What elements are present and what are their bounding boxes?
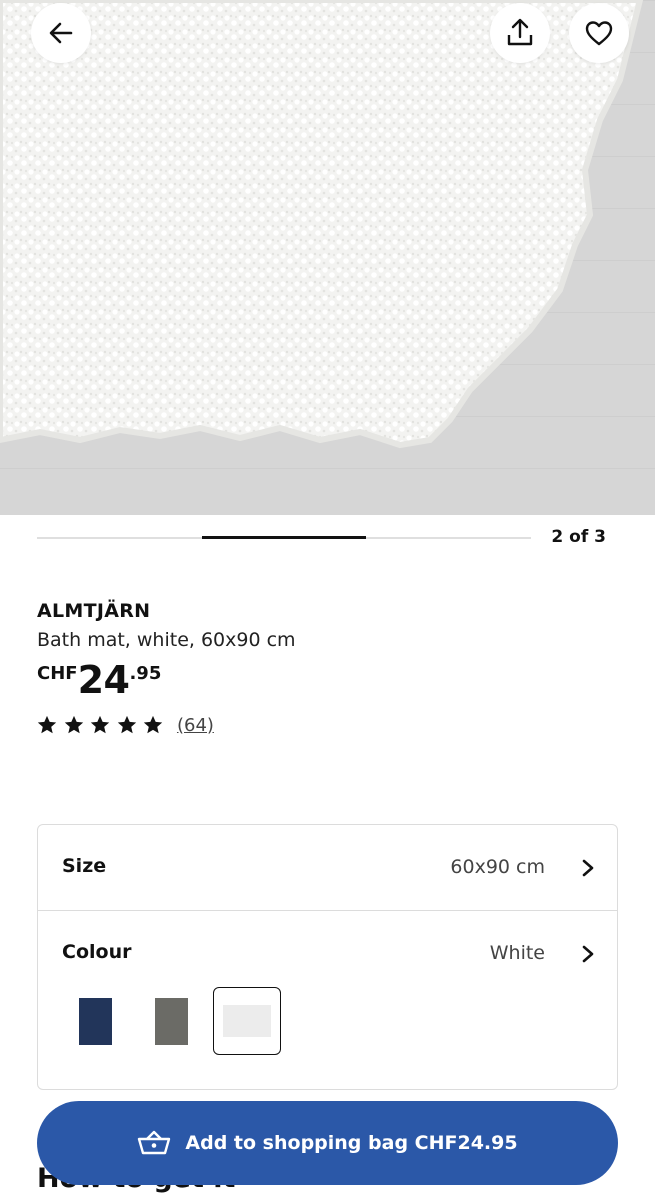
image-counter: 2 of 3 xyxy=(551,527,606,547)
favourite-button[interactable] xyxy=(569,3,629,63)
product-price: CHF 24 .95 xyxy=(37,660,161,700)
size-value: 60x90 cm xyxy=(450,856,545,878)
product-name: ALMTJÄRN xyxy=(37,600,151,622)
colour-swatch-dark-blue[interactable] xyxy=(61,987,129,1055)
size-label: Size xyxy=(62,855,107,877)
colour-label: Colour xyxy=(62,941,132,963)
price-decimal: .95 xyxy=(129,663,162,684)
product-image[interactable] xyxy=(0,0,655,515)
share-button[interactable] xyxy=(490,3,550,63)
shopping-basket-icon xyxy=(138,1130,171,1155)
star-icon xyxy=(91,715,110,734)
star-icon xyxy=(144,715,163,734)
product-description: Bath mat, white, 60x90 cm xyxy=(37,629,296,651)
colour-selector[interactable]: Colour White xyxy=(38,911,617,997)
chevron-right-icon xyxy=(582,859,594,877)
add-to-bag-button[interactable]: Add to shopping bag CHF24.95 xyxy=(37,1101,618,1185)
swatch-chip xyxy=(78,997,112,1045)
carousel-progress-indicator xyxy=(201,536,367,539)
product-rating[interactable]: (64) xyxy=(36,714,214,736)
colour-value: White xyxy=(489,942,545,964)
review-count-link[interactable]: (64) xyxy=(177,715,214,736)
back-button[interactable] xyxy=(31,3,91,63)
star-icon xyxy=(64,715,83,734)
colour-swatch-white[interactable] xyxy=(213,987,281,1055)
arrow-left-icon xyxy=(49,22,73,44)
chevron-right-icon xyxy=(582,945,594,963)
bath-mat-photo xyxy=(0,0,655,515)
price-integer: 24 xyxy=(77,658,130,702)
share-upload-icon xyxy=(507,18,533,46)
size-selector[interactable]: Size 60x90 cm xyxy=(38,825,617,911)
add-to-bag-label: Add to shopping bag CHF24.95 xyxy=(185,1132,518,1154)
star-icon xyxy=(117,715,136,734)
heart-outline-icon xyxy=(585,21,613,46)
image-carousel-progress xyxy=(37,536,531,539)
star-icon xyxy=(37,715,57,734)
product-options-card: Size 60x90 cm Colour White xyxy=(37,824,618,1090)
swatch-chip xyxy=(223,1005,271,1037)
colour-swatch-grey[interactable] xyxy=(137,987,205,1055)
rating-stars xyxy=(36,714,169,736)
swatch-chip xyxy=(154,997,188,1045)
price-currency: CHF xyxy=(37,663,78,684)
